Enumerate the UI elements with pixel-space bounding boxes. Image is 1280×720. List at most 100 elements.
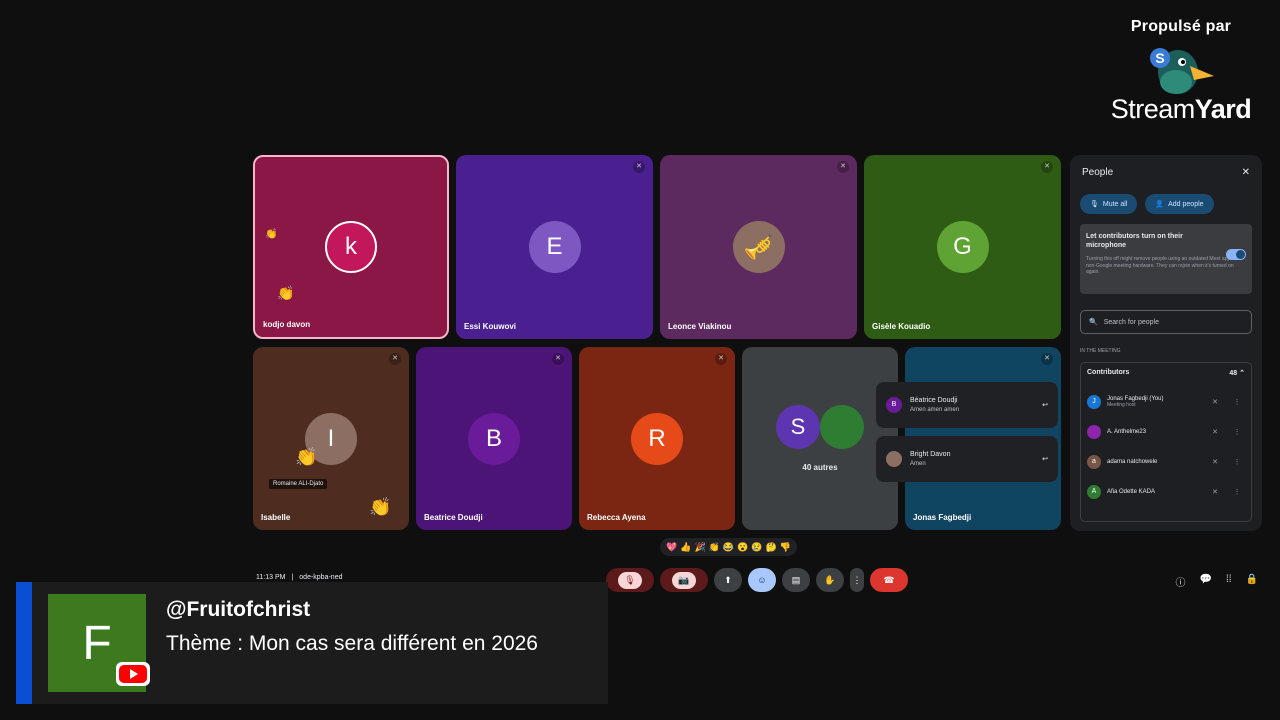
reply-icon[interactable]: ↩ — [1042, 455, 1048, 463]
others-count: 40 autres — [802, 463, 838, 472]
info-icon[interactable]: ⓘ — [1176, 574, 1186, 589]
participant-name: Gisèle Kouadio — [872, 322, 931, 331]
activities-icon[interactable]: ⁞⁞ — [1226, 574, 1232, 589]
mic-off-icon: ✕ — [633, 161, 645, 173]
host-controls-icon[interactable]: 🔒 — [1246, 574, 1258, 589]
contributors-label: Contributors — [1087, 369, 1130, 376]
avatar: B — [886, 397, 902, 413]
mute-all-button[interactable]: 🎙 Mute all — [1080, 194, 1138, 214]
captions-button[interactable]: ▤ — [782, 568, 810, 592]
more-options-icon[interactable]: ⋮ — [1229, 398, 1245, 406]
raise-hand-button[interactable]: ✋ — [816, 568, 844, 592]
search-people-input[interactable]: 🔍 Search for people — [1080, 310, 1252, 334]
more-options-icon[interactable]: ⋮ — [1229, 488, 1245, 496]
present-screen-button[interactable]: ⬆ — [714, 568, 742, 592]
person-name: A. Anthelme23 — [1107, 429, 1147, 435]
stream-theme: Thème : Mon cas sera différent en 2026 — [166, 632, 538, 655]
avatar-image — [820, 405, 864, 449]
emoji-button[interactable]: ☺ — [748, 568, 776, 592]
avatar: S — [776, 405, 820, 449]
streamyard-wordmark: StreamYard — [1106, 94, 1256, 125]
avatar: B — [468, 412, 520, 465]
meeting-time: 11:13 PM — [256, 574, 286, 581]
notice-title: Let contributors turn on their microphon… — [1086, 233, 1183, 250]
chat-message: Amen — [910, 461, 926, 467]
laugh-reaction-icon[interactable]: 😂 — [723, 542, 734, 553]
mic-off-icon[interactable]: ✕ — [1207, 458, 1223, 466]
more-options-icon[interactable]: ⋮ — [1229, 458, 1245, 466]
add-people-button[interactable]: 👤 Add people — [1145, 194, 1214, 214]
list-item[interactable]: A Afia Odette KADA ✕ ⋮ — [1087, 477, 1245, 507]
participant-tile[interactable]: I ✕ Romaine ALI-Djato 👏 👏 Isabelle — [253, 347, 409, 530]
participant-tile[interactable]: R ✕ Rebecca Ayena — [579, 347, 735, 530]
powered-by-text: Propulsé par — [1130, 18, 1232, 35]
chat-notification[interactable]: Bright Davon Amen ↩ — [876, 436, 1058, 482]
people-panel: People ✕ 🎙 Mute all 👤 Add people Let contri… — [1070, 155, 1262, 531]
meeting-code: ode-kpba-ned — [299, 574, 343, 581]
party-reaction-icon[interactable]: 🎉 — [694, 542, 705, 553]
heart-reaction-icon[interactable]: 💖 — [666, 542, 677, 553]
hang-up-icon: ☎ — [883, 574, 895, 585]
clap-reaction-icon: 👏 — [265, 229, 278, 240]
avatar: A — [1087, 485, 1101, 499]
separator: | — [291, 574, 294, 581]
contributors-header[interactable]: Contributors 48 ⌃ — [1087, 369, 1245, 377]
list-item[interactable]: J Jonas Fagbedji (You) Meeting host ✕ ⋮ — [1087, 387, 1245, 417]
meet-screen: k kodjo davon 👏 👏 E ✕ Essi Kouwovi 🎺 ✕ L… — [248, 150, 1268, 600]
mic-off-icon: ✕ — [1041, 161, 1053, 173]
mic-off-icon: 🎙 — [618, 571, 642, 589]
chat-icon[interactable]: 💬 — [1200, 574, 1212, 589]
avatar: a — [1087, 455, 1101, 469]
contributors-mic-toggle[interactable] — [1226, 249, 1246, 260]
participant-tile[interactable]: 🎺 ✕ Leonce Viakinou — [660, 155, 857, 339]
participant-tile[interactable]: k kodjo davon 👏 👏 — [253, 155, 449, 339]
avatar: k — [325, 221, 377, 273]
list-item[interactable]: A. Anthelme23 ✕ ⋮ — [1087, 417, 1245, 447]
participant-tile[interactable]: G ✕ Gisèle Kouadio — [864, 155, 1061, 339]
more-options-button[interactable]: ⋮ — [850, 568, 864, 592]
reply-icon[interactable]: ↩ — [1042, 401, 1048, 409]
lower-third-banner: F @Fruitofchrist Thème : Mon cas sera di… — [16, 582, 608, 704]
youtube-icon — [116, 662, 150, 686]
mic-off-icon[interactable]: ✕ — [1207, 398, 1223, 406]
chat-notification[interactable]: B Béatrice Doudji Amen amen amen ↩ — [876, 382, 1058, 428]
list-item[interactable]: a adama natchowele ✕ ⋮ — [1087, 447, 1245, 477]
sad-reaction-icon[interactable]: 😢 — [751, 542, 762, 553]
side-controls: ⓘ 💬 ⁞⁞ 🔒 — [1176, 574, 1258, 589]
mic-off-icon[interactable]: ✕ — [1207, 488, 1223, 496]
close-icon[interactable]: ✕ — [1242, 167, 1250, 178]
accent-bar — [16, 582, 32, 704]
emoji-icon: ☺ — [757, 575, 767, 585]
add-people-label: Add people — [1168, 200, 1204, 208]
participant-tile[interactable]: E ✕ Essi Kouwovi — [456, 155, 653, 339]
avatar — [1087, 425, 1101, 439]
captions-icon: ▤ — [791, 574, 801, 585]
meeting-controls: 🎙 📷 ⬆ ☺ ▤ ✋ ⋮ ☎ — [606, 568, 908, 592]
mic-toggle-button[interactable]: 🎙 — [606, 568, 654, 592]
person-name: Afia Odette KADA — [1107, 489, 1156, 495]
leave-call-button[interactable]: ☎ — [870, 568, 908, 592]
participant-name: Beatrice Doudji — [424, 513, 483, 522]
clap-reaction-icon[interactable]: 👏 — [709, 542, 720, 553]
search-icon: 🔍 — [1089, 319, 1098, 326]
more-options-icon[interactable]: ⋮ — [1229, 428, 1245, 436]
more-options-icon: ⋮ — [852, 574, 862, 585]
thinking-reaction-icon[interactable]: 🤔 — [766, 542, 777, 553]
meeting-info: 11:13 PM | ode-kpba-ned — [256, 574, 342, 581]
avatar: J — [1087, 395, 1101, 409]
thumbs-up-reaction-icon[interactable]: 👍 — [680, 542, 691, 553]
participant-tile[interactable]: B ✕ Beatrice Doudji — [416, 347, 572, 530]
channel-handle: @Fruitofchrist — [166, 598, 311, 621]
others-tile[interactable]: S 40 autres — [742, 347, 898, 530]
person-name: adama natchowele — [1107, 459, 1158, 465]
avatar: G — [936, 221, 989, 273]
add-person-icon: 👤 — [1155, 201, 1165, 208]
hover-name-label: Romaine ALI-Djato — [269, 479, 328, 489]
mic-off-icon[interactable]: ✕ — [1207, 428, 1223, 436]
microphone-setting-notice: Let contributors turn on their microphon… — [1080, 224, 1252, 294]
surprised-reaction-icon[interactable]: 😮 — [737, 542, 748, 553]
search-placeholder: Search for people — [1103, 318, 1159, 326]
thumbs-down-reaction-icon[interactable]: 👎 — [780, 542, 791, 553]
camera-toggle-button[interactable]: 📷 — [660, 568, 708, 592]
participant-name: Leonce Viakinou — [668, 322, 732, 331]
